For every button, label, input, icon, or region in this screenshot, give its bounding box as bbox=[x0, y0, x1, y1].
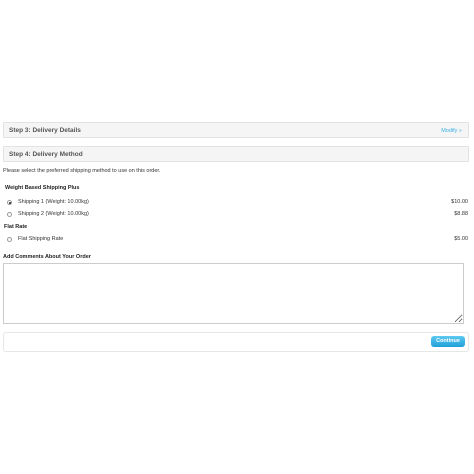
comments-label: Add Comments About Your Order bbox=[3, 254, 91, 260]
comments-textarea[interactable] bbox=[3, 263, 464, 324]
group-title-flat-rate: Flat Rate bbox=[4, 224, 28, 230]
shipping-option-price: $10.00 bbox=[451, 199, 468, 205]
shipping-option-label[interactable]: Flat Shipping Rate bbox=[18, 236, 63, 242]
step4-title: Step 4: Delivery Method bbox=[9, 151, 83, 158]
shipping-intro: Please select the preferred shipping met… bbox=[3, 168, 161, 174]
button-bar: Continue bbox=[3, 332, 469, 352]
group-title-weight-based: Weight Based Shipping Plus bbox=[5, 185, 80, 191]
shipping-option-price: $5.00 bbox=[454, 236, 468, 242]
radio-shipping-2[interactable] bbox=[7, 212, 12, 217]
radio-shipping-1[interactable] bbox=[7, 200, 12, 205]
step3-panel: Step 3: Delivery Details Modify » bbox=[3, 122, 469, 138]
shipping-option-price: $8.88 bbox=[454, 211, 468, 217]
step4-panel: Step 4: Delivery Method bbox=[3, 146, 469, 162]
radio-flat-rate[interactable] bbox=[7, 237, 12, 242]
shipping-option-label[interactable]: Shipping 2 (Weight: 10.00kg) bbox=[18, 211, 89, 217]
continue-button[interactable]: Continue bbox=[431, 336, 465, 347]
shipping-option-label[interactable]: Shipping 1 (Weight: 10.00kg) bbox=[18, 199, 89, 205]
step3-title: Step 3: Delivery Details bbox=[9, 127, 81, 134]
modify-link[interactable]: Modify » bbox=[441, 128, 462, 134]
